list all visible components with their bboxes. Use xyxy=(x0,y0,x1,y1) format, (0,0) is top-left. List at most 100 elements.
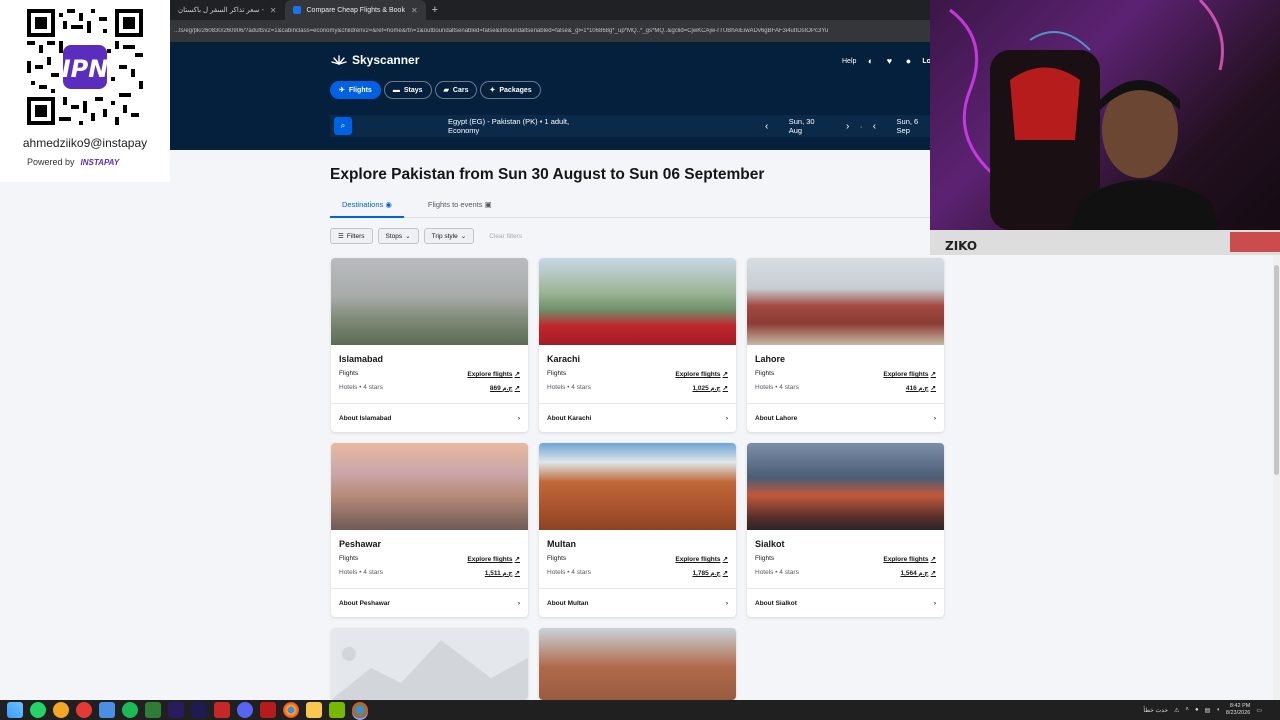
search-icon: ⌕ xyxy=(340,121,346,130)
windows-taskbar: حدث خطأ ⚠ ˄ ● ▤ ◖ 8:42 PM 8/23/2026 ▭ xyxy=(0,700,1280,720)
nav-cars[interactable]: ▰ Cars xyxy=(434,81,478,99)
chevron-right-icon: › xyxy=(517,414,520,422)
globe-icon[interactable]: ◐ xyxy=(865,56,875,66)
clock[interactable]: 8:42 PM 8/23/2026 xyxy=(1226,703,1250,717)
chrome-active-icon[interactable] xyxy=(352,702,368,718)
lahore-photo xyxy=(747,258,944,345)
stops-dropdown[interactable]: Stops ⌄ xyxy=(377,228,419,244)
explore-flights-link[interactable]: Explore flights ↗ xyxy=(883,555,936,563)
skyscanner-logo[interactable]: Skyscanner xyxy=(331,53,419,67)
page-scrollbar[interactable] xyxy=(1273,255,1280,700)
app-red-icon[interactable] xyxy=(76,702,92,718)
external-link-icon: ↗ xyxy=(930,371,936,378)
explore-flights-link[interactable]: Explore flights ↗ xyxy=(675,555,728,563)
hotel-price-link[interactable]: 1,025 ج.م ↗ xyxy=(692,384,728,392)
hotel-price-link[interactable]: 1,785 ج.م ↗ xyxy=(692,569,728,577)
karachi-photo xyxy=(539,258,736,345)
warning-icon[interactable]: ⚠ xyxy=(1174,707,1179,714)
store-icon[interactable] xyxy=(99,702,115,718)
browser-tab-bar: سعر تذاكر السفر ل باكستان - ✕ Compare Ch… xyxy=(170,0,930,20)
about-label: About Multan xyxy=(547,599,589,607)
chevron-right-icon: › xyxy=(725,414,728,422)
hotel-price-link[interactable]: 1,511 ج.م ↗ xyxy=(485,569,520,577)
about-city-link[interactable]: About Karachi › xyxy=(539,403,736,432)
notifications-icon[interactable]: ▭ xyxy=(1256,707,1262,714)
clear-filters-button[interactable]: Clear filters xyxy=(489,233,522,240)
destination-card-multan[interactable]: Multan Flights Explore flights ↗ Hotels • … xyxy=(539,443,736,617)
about-city-link[interactable]: About Multan › xyxy=(539,588,736,617)
after-effects-icon[interactable] xyxy=(191,702,207,718)
filters-button[interactable]: ☰ Filters xyxy=(330,228,373,244)
destination-card-sialkot[interactable]: Sialkot Flights Explore flights ↗ Hotels •… xyxy=(747,443,944,617)
nav-flights[interactable]: ✈ Flights xyxy=(330,81,381,99)
app-orange-icon[interactable] xyxy=(53,702,69,718)
depart-date[interactable]: Sun, 30 Aug xyxy=(789,117,826,135)
filter-label: Trip style xyxy=(431,232,458,240)
tab-destinations[interactable]: Destinations ◉ xyxy=(330,198,404,218)
depart-next-chevron-right-icon[interactable]: › xyxy=(840,117,856,135)
depart-prev-chevron-left-icon[interactable]: ‹ xyxy=(759,117,775,135)
hotel-price-link[interactable]: 869 ج.م ↗ xyxy=(490,384,520,392)
chrome-icon[interactable] xyxy=(283,702,299,718)
volume-icon[interactable]: ◖ xyxy=(1216,707,1220,713)
browser-tab[interactable]: سعر تذاكر السفر ل باكستان - ✕ xyxy=(170,0,285,20)
route-spacer xyxy=(587,115,759,137)
hotel-price-link[interactable]: 416 ج.م ↗ xyxy=(906,384,936,392)
tab-flights-to-events[interactable]: Flights to events ▣ xyxy=(416,198,504,218)
about-city-link[interactable]: About Islamabad › xyxy=(331,403,528,432)
filter-bar: ☰ Filters Stops ⌄ Trip style ⌄ Clear filter… xyxy=(330,228,522,244)
tray-notification-text[interactable]: حدث خطأ xyxy=(1143,707,1168,714)
explore-flights-link[interactable]: Explore flights ↗ xyxy=(883,370,936,378)
destination-card-karachi[interactable]: Karachi Flights Explore flights ↗ Hotels •… xyxy=(539,258,736,432)
whatsapp-icon[interactable] xyxy=(30,702,46,718)
file-explorer-icon[interactable] xyxy=(306,702,322,718)
address-bar[interactable]: ...ts/eg/pk/260830/260906/?adultsv2=1&ca… xyxy=(170,20,930,42)
destination-card-peshawar[interactable]: Peshawar Flights Explore flights ↗ Hotels … xyxy=(331,443,528,617)
flights-label: Flights xyxy=(755,370,775,377)
about-city-link[interactable]: About Sialkot › xyxy=(747,588,944,617)
mic-icon[interactable]: ● xyxy=(1195,707,1199,713)
flights-label: Flights xyxy=(547,370,567,377)
help-link[interactable]: Help xyxy=(842,58,856,65)
tab-title: Compare Cheap Flights & Book xyxy=(306,6,405,14)
explore-flights-link[interactable]: Explore flights ↗ xyxy=(675,370,728,378)
explore-flights-link[interactable]: Explore flights ↗ xyxy=(467,555,520,563)
scrollbar-thumb[interactable] xyxy=(1274,265,1279,475)
url-text: ...ts/eg/pk/260830/260906/?adultsv2=1&ca… xyxy=(174,28,829,34)
windows-start-icon[interactable] xyxy=(7,702,23,718)
acrobat-icon[interactable] xyxy=(260,702,276,718)
about-city-link[interactable]: About Lahore › xyxy=(747,403,944,432)
browser-tab-active[interactable]: Compare Cheap Flights & Book ✕ xyxy=(284,0,426,20)
close-icon[interactable]: ✕ xyxy=(270,6,277,15)
route-summary[interactable]: Egypt (EG) - Pakistan (PK) • 1 adult, Ec… xyxy=(448,117,587,135)
about-city-link[interactable]: About Peshawar › xyxy=(331,588,528,617)
premiere-icon[interactable] xyxy=(168,702,184,718)
return-date[interactable]: Sun, 6 Sep xyxy=(897,117,930,135)
close-icon[interactable]: ✕ xyxy=(411,6,418,15)
explore-flights-link[interactable]: Explore flights ↗ xyxy=(467,370,520,378)
return-prev-chevron-left-icon[interactable]: ‹ xyxy=(866,117,882,135)
destination-card-islamabad[interactable]: Islamabad Flights Explore flights ↗ Hotels… xyxy=(331,258,528,432)
heart-icon[interactable]: ♥ xyxy=(884,56,894,66)
adobe-icon[interactable] xyxy=(214,702,230,718)
nav-stays[interactable]: ▬ Stays xyxy=(383,81,432,99)
destination-card-lahore[interactable]: Lahore Flights Explore flights ↗ Hotels • … xyxy=(747,258,944,432)
link-text: Explore flights xyxy=(675,556,721,563)
discord-icon[interactable] xyxy=(237,702,253,718)
about-label: About Lahore xyxy=(755,414,798,422)
destination-card-faisalabad[interactable] xyxy=(539,628,736,700)
search-button[interactable]: ⌕ xyxy=(334,117,353,135)
new-tab-plus-icon[interactable]: + xyxy=(432,4,438,16)
nav-packages[interactable]: ✦ Packages xyxy=(480,81,541,99)
network-icon[interactable]: ▤ xyxy=(1205,707,1211,714)
powered-by: Powered by INSTAPAY xyxy=(27,157,119,167)
app-green-icon[interactable] xyxy=(145,702,161,718)
user-icon[interactable]: ● xyxy=(903,56,913,66)
clocktower-photo xyxy=(539,628,736,700)
nvidia-icon[interactable] xyxy=(329,702,345,718)
chevron-up-icon[interactable]: ˄ xyxy=(1185,707,1189,713)
spotify-icon[interactable] xyxy=(122,702,138,718)
trip-style-dropdown[interactable]: Trip style ⌄ xyxy=(423,228,475,244)
destination-card-placeholder[interactable] xyxy=(331,628,528,700)
hotel-price-link[interactable]: 1,564 ج.م ↗ xyxy=(900,569,936,577)
